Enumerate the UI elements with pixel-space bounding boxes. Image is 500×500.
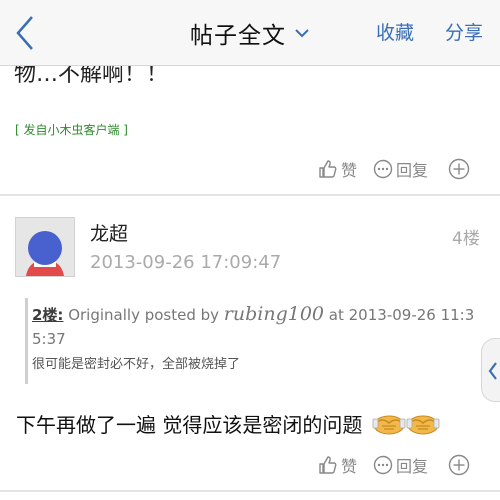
quote-block: 2楼: Originally posted by rubing100 at 20… [25, 298, 475, 384]
emoticon-group [372, 411, 440, 437]
thumbs-up-icon [319, 456, 337, 474]
default-avatar-icon [16, 218, 74, 276]
post-divider [0, 194, 500, 196]
handshake-emoticon [406, 415, 440, 434]
quote-prefix: Originally posted by [63, 306, 224, 324]
like-label: 赞 [341, 457, 358, 476]
page-title: 帖子全文 [190, 23, 286, 49]
like-label: 赞 [341, 161, 358, 180]
floor-number: 4楼 [452, 229, 480, 249]
avatar[interactable] [15, 217, 75, 277]
side-panel-tab[interactable] [481, 338, 500, 402]
title-dropdown[interactable]: 帖子全文 [190, 16, 310, 50]
back-arrow-icon[interactable] [12, 14, 40, 52]
post-time: 2013-09-26 17:09:47 [90, 252, 282, 273]
post-divider [0, 490, 500, 492]
quote-floor-link[interactable]: 2楼: [32, 306, 63, 324]
chevron-down-icon [295, 29, 309, 38]
reply-label: 回复 [396, 457, 429, 476]
chevron-left-icon [488, 362, 497, 380]
more-button[interactable] [448, 454, 470, 476]
more-button[interactable] [448, 158, 470, 180]
thumbs-up-icon [319, 160, 337, 178]
top-bar: 帖子全文 收藏 分享 [0, 0, 500, 66]
post-content: 下午再做了一遍 觉得应该是密闭的问题 [16, 409, 440, 438]
reply-button[interactable]: 回复 [373, 453, 428, 477]
comment-icon [373, 455, 393, 475]
post-actions: 赞 回复 [318, 157, 470, 181]
reply-label: 回复 [396, 161, 429, 180]
plus-circle-icon [448, 454, 470, 476]
quote-header: 2楼: Originally posted by rubing100 at 20… [32, 302, 475, 351]
post-content-text: 下午再做了一遍 觉得应该是密闭的问题 [16, 413, 363, 437]
client-source-link[interactable]: [ 发自小木虫客户端 ] [15, 121, 128, 138]
post-actions: 赞 回复 [318, 453, 470, 477]
like-button[interactable]: 赞 [318, 453, 357, 477]
favorite-button[interactable]: 收藏 [376, 18, 414, 45]
plus-circle-icon [448, 158, 470, 180]
quote-user: rubing100 [223, 303, 325, 325]
quote-body: 很可能是密封必不好，全部被烧掉了 [32, 357, 241, 372]
handshake-emoticon [372, 415, 406, 434]
username[interactable]: 龙超 [90, 219, 128, 246]
reply-button[interactable]: 回复 [373, 157, 428, 181]
share-button[interactable]: 分享 [445, 18, 483, 45]
like-button[interactable]: 赞 [318, 157, 357, 181]
comment-icon [373, 159, 393, 179]
